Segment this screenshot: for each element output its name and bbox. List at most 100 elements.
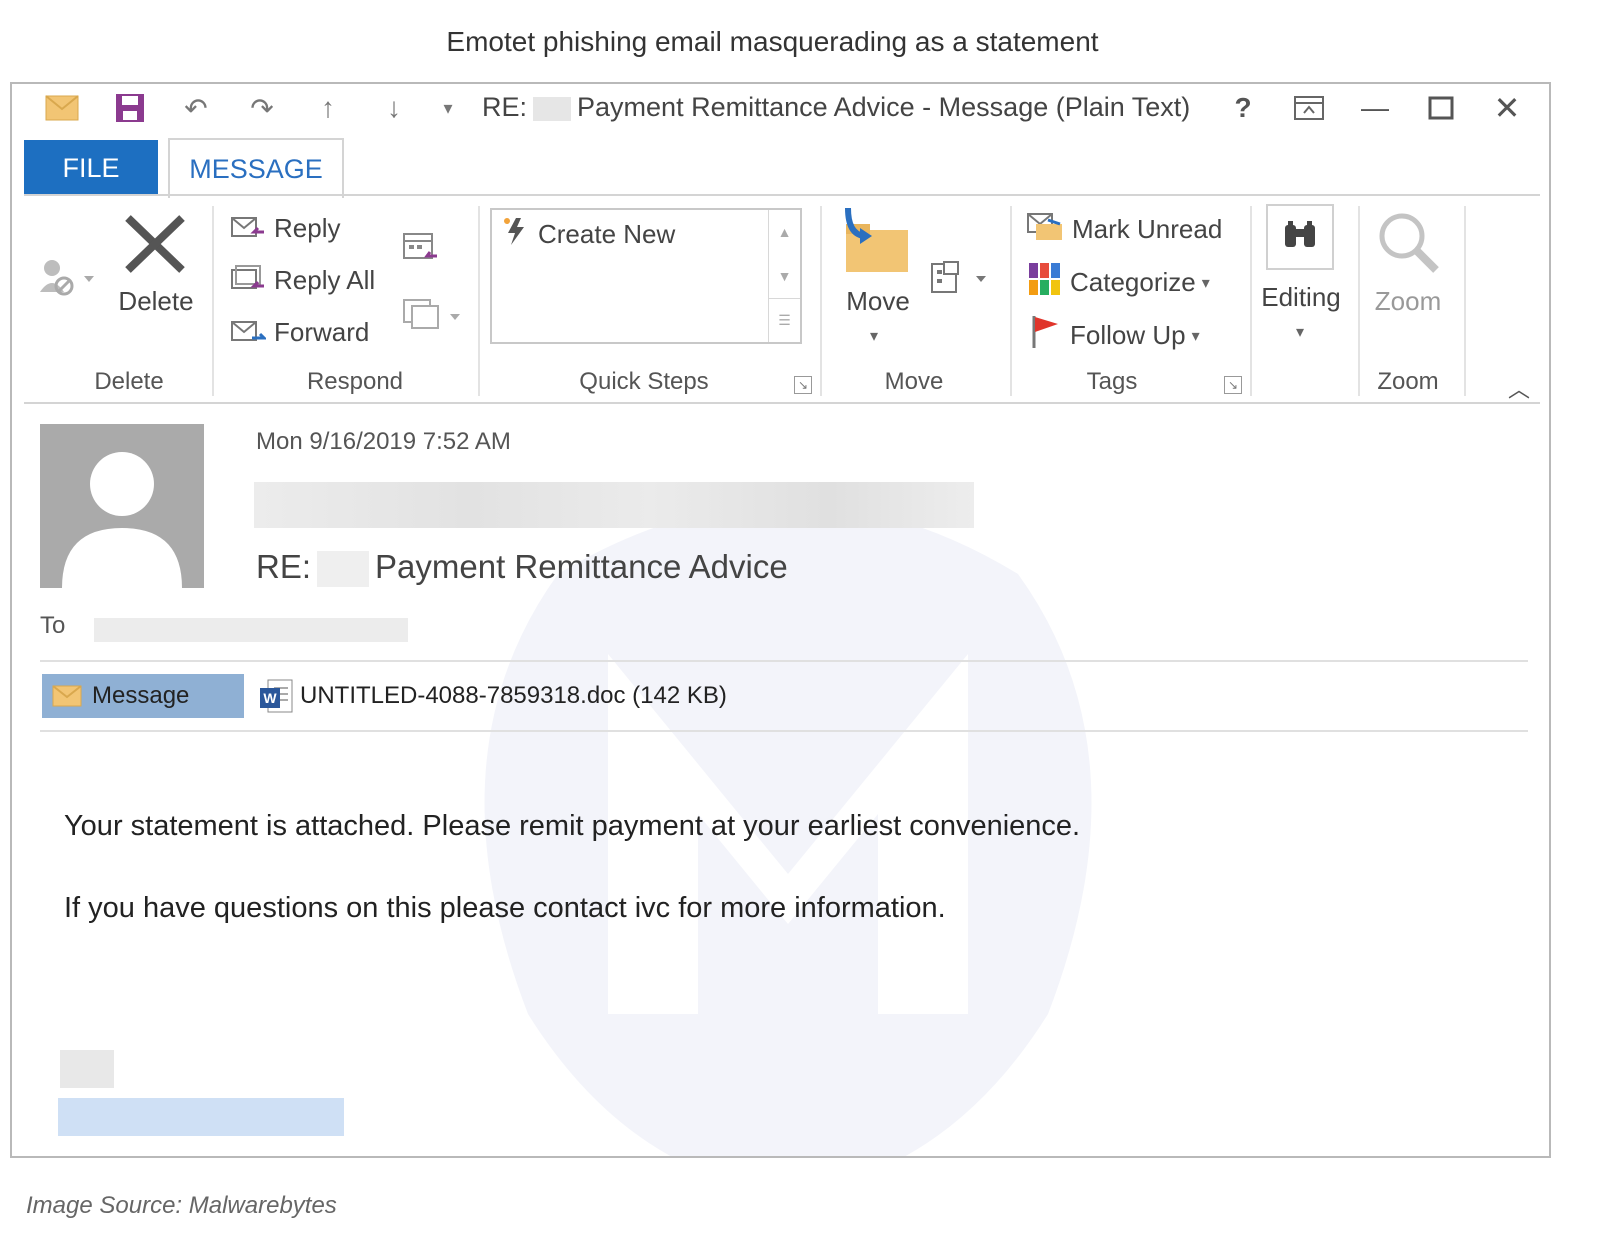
message-date: Mon 9/16/2019 7:52 AM: [256, 428, 511, 455]
next-item-icon[interactable]: ↓: [374, 90, 414, 126]
reply-all-label: Reply All: [274, 265, 376, 295]
group-label-zoom: Zoom: [1377, 368, 1439, 395]
zoom-magnifier-icon[interactable]: [1374, 208, 1444, 283]
mark-unread-icon: [1026, 210, 1064, 249]
redacted-block: [533, 96, 572, 121]
scroll-down-icon[interactable]: ▼: [769, 254, 800, 298]
reply-all-button[interactable]: Reply All: [230, 262, 375, 299]
message-view-button[interactable]: Message: [42, 674, 244, 718]
reply-label: Reply: [274, 213, 341, 243]
tab-file[interactable]: FILE: [24, 140, 158, 196]
redacted-block: [317, 551, 370, 588]
reply-all-icon: [230, 262, 266, 299]
move-button[interactable]: Move: [838, 286, 918, 317]
categorize-label: Categorize: [1070, 267, 1196, 297]
title-bar: ↶ ↷ ↑ ↓ ▾ RE: Payment Remittance Advice -…: [12, 84, 1549, 134]
svg-text:W: W: [263, 690, 277, 706]
body-paragraph: Your statement is attached. Please remit…: [64, 810, 1081, 842]
expand-gallery-icon[interactable]: ☰: [769, 297, 800, 342]
ignore-icon[interactable]: [38, 256, 98, 305]
title-prefix: RE:: [482, 92, 528, 122]
editing-button[interactable]: Editing: [1256, 282, 1346, 313]
signature-redacted: [60, 1050, 114, 1088]
forward-label: Forward: [274, 317, 370, 347]
word-doc-icon: W: [258, 678, 294, 714]
binoculars-icon: [1282, 219, 1318, 256]
forward-button[interactable]: Forward: [230, 314, 369, 351]
create-new-label: Create New: [538, 219, 676, 249]
body-paragraph: If you have questions on this please con…: [64, 892, 946, 924]
figure-caption: Emotet phishing email masquerading as a …: [446, 26, 1099, 57]
recipient-redacted: [94, 618, 408, 642]
group-separator: [1010, 206, 1012, 396]
envelope-icon: [52, 685, 82, 707]
quick-steps-launcher-icon[interactable]: ↘: [794, 376, 812, 394]
group-label-move: Move: [884, 368, 944, 395]
editing-find-button[interactable]: [1266, 204, 1334, 270]
delete-button[interactable]: Delete: [116, 286, 196, 317]
ribbon-divider: [24, 402, 1540, 404]
follow-up-dropdown-icon[interactable]: ▾: [1192, 326, 1200, 346]
message-view-label: Message: [92, 682, 190, 709]
follow-up-label: Follow Up: [1070, 320, 1186, 350]
categorize-dropdown-icon[interactable]: ▾: [1202, 273, 1210, 293]
ribbon-display-options-icon[interactable]: [1284, 88, 1334, 128]
header-divider: [40, 660, 1528, 662]
undo-icon[interactable]: ↶: [176, 90, 216, 126]
zoom-button[interactable]: Zoom: [1368, 286, 1448, 317]
mark-unread-button[interactable]: Mark Unread: [1026, 210, 1222, 249]
sender-redacted: [254, 482, 974, 528]
subject-suffix: Payment Remittance Advice: [375, 548, 788, 585]
attachment-item[interactable]: W UNTITLED-4088-7859318.doc (142 KB): [258, 678, 727, 714]
group-separator: [1250, 206, 1252, 396]
group-separator: [820, 206, 822, 396]
previous-item-icon[interactable]: ↑: [308, 90, 348, 126]
group-label-tags: Tags: [1086, 368, 1138, 395]
collapse-ribbon-icon[interactable]: ︿: [1508, 372, 1530, 404]
reply-icon: [230, 210, 266, 247]
lightning-icon: [502, 216, 530, 253]
outlook-message-window: ↶ ↷ ↑ ↓ ▾ RE: Payment Remittance Advice -…: [10, 82, 1551, 1158]
meeting-reply-icon[interactable]: [402, 230, 438, 267]
move-dropdown-icon[interactable]: ▾: [870, 326, 878, 346]
image-source: Image Source: Malwarebytes: [26, 1192, 337, 1219]
group-label-respond: Respond: [306, 368, 404, 395]
envelope-icon: [42, 90, 82, 126]
window-title: RE: Payment Remittance Advice - Message (…: [482, 92, 1190, 123]
minimize-icon[interactable]: —: [1350, 88, 1400, 128]
red-flag-icon: [1030, 314, 1062, 357]
title-suffix: Payment Remittance Advice - Message (Pla…: [577, 92, 1191, 122]
more-respond-icon[interactable]: [402, 296, 464, 337]
forward-icon: [230, 314, 268, 351]
delete-x-icon[interactable]: [120, 212, 190, 281]
group-separator: [1464, 206, 1466, 396]
quick-steps-scrollbar[interactable]: ▲ ▼ ☰: [768, 210, 800, 342]
quick-steps-gallery: Create New ▲ ▼ ☰: [490, 208, 802, 344]
attachment-label: UNTITLED-4088-7859318.doc (142 KB): [300, 682, 727, 709]
tags-launcher-icon[interactable]: ↘: [1224, 376, 1242, 394]
tab-message[interactable]: MESSAGE: [168, 138, 344, 198]
follow-up-button[interactable]: Follow Up ▾: [1030, 314, 1200, 357]
mark-unread-label: Mark Unread: [1072, 214, 1223, 244]
move-folder-icon[interactable]: [838, 206, 912, 281]
close-icon[interactable]: ✕: [1482, 88, 1532, 128]
group-label-quick-steps: Quick Steps: [579, 368, 709, 395]
categorize-icon: [1028, 262, 1062, 303]
redo-icon[interactable]: ↷: [242, 90, 282, 126]
categorize-button[interactable]: Categorize ▾: [1028, 262, 1210, 303]
sender-avatar: [40, 424, 204, 588]
help-button[interactable]: ?: [1218, 88, 1268, 128]
scroll-up-icon[interactable]: ▲: [769, 210, 800, 254]
group-label-delete: Delete: [94, 368, 164, 395]
group-separator: [478, 206, 480, 396]
editing-dropdown-icon[interactable]: ▾: [1296, 322, 1304, 342]
group-separator: [212, 206, 214, 396]
save-icon[interactable]: [110, 90, 150, 126]
customize-toolbar-icon[interactable]: ▾: [428, 90, 468, 126]
maximize-icon[interactable]: [1416, 88, 1466, 128]
subject-prefix: RE:: [256, 548, 312, 585]
reply-button[interactable]: Reply: [230, 210, 340, 247]
group-separator: [1358, 206, 1360, 396]
create-new-quick-step[interactable]: Create New: [502, 216, 675, 253]
rules-icon[interactable]: [930, 260, 994, 301]
